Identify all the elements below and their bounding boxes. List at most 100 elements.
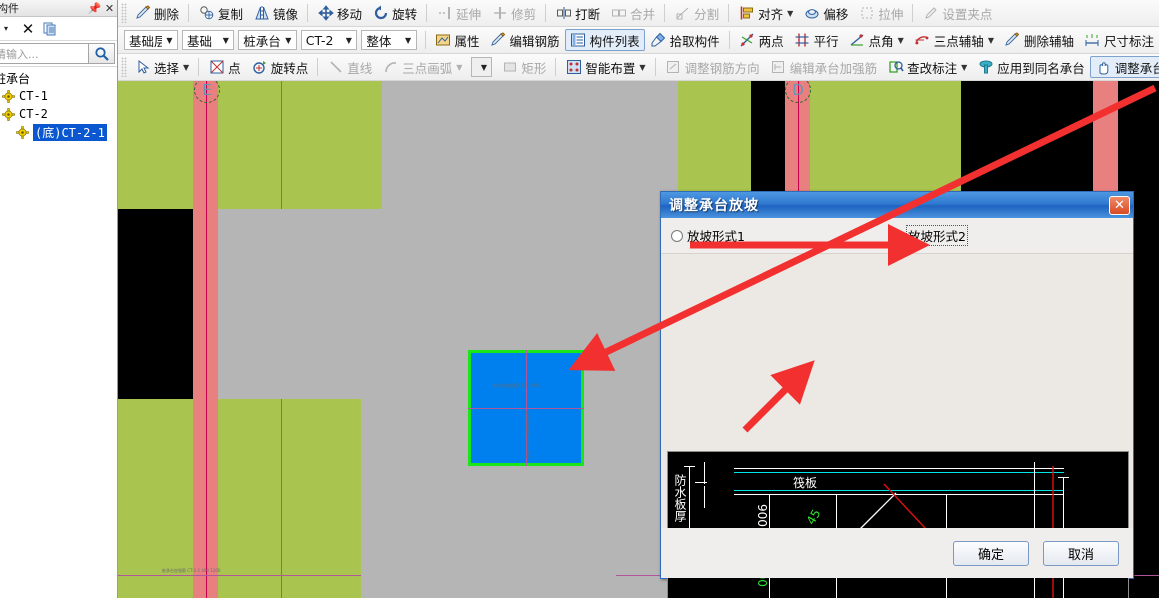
component-type-combo[interactable]: 桩承台 ▼ xyxy=(238,30,297,50)
stretch-icon xyxy=(858,5,875,22)
chevron-down-icon[interactable]: ▼ xyxy=(898,36,904,45)
merge-icon xyxy=(610,5,627,22)
toolbar-label: 调整钢筋方向 xyxy=(684,60,760,76)
toolbar-button-edit-rebar[interactable]: 编辑钢筋 xyxy=(485,29,565,51)
toolbar-button-two-point[interactable]: 两点 xyxy=(734,29,789,51)
toolbar-button-rotate-point[interactable]: 旋转点 xyxy=(246,56,314,78)
chevron-down-icon[interactable]: ▼ xyxy=(639,63,645,72)
axis-bubble-label: E xyxy=(202,81,212,99)
toolbar-button-smart-layout[interactable]: 智能布置 ▼ xyxy=(560,56,650,78)
cancel-button[interactable]: 取消 xyxy=(1043,540,1119,566)
tree-root[interactable]: 桩承台 xyxy=(0,69,117,87)
chevron-down-icon[interactable]: ▼ xyxy=(988,36,994,45)
toolbar-button-component-list[interactable]: 构件列表 xyxy=(564,29,645,51)
move-icon xyxy=(317,5,334,22)
toolbar-button-move[interactable]: 移动 xyxy=(312,2,367,24)
toolbar-button-three-point-axis[interactable]: 三点辅轴 ▼ xyxy=(909,29,999,51)
toolbar-button-delete[interactable]: 删除 xyxy=(129,2,184,24)
toolbar-button-pick-component[interactable]: 拾取构件 xyxy=(645,29,725,51)
toolbar-button-break[interactable]: 打断 xyxy=(550,2,605,24)
chevron-down-icon[interactable]: ▼ xyxy=(456,63,462,72)
toolbar-label: 构件列表 xyxy=(589,33,640,49)
component-gear-icon xyxy=(16,125,29,139)
toolbar-grip[interactable] xyxy=(121,57,127,77)
toolbar-button-parallel[interactable]: 平行 xyxy=(789,29,844,51)
toolbar-button-select[interactable]: 选择 ▼ xyxy=(129,56,194,78)
toolbar-button-align[interactable]: 对齐 ▼ xyxy=(733,2,798,24)
toolbar-button-adjust-cap-slope[interactable]: 调整承台放坡 xyxy=(1089,56,1159,78)
eraser-icon xyxy=(134,5,151,22)
new-component-dropdown[interactable]: ▾ xyxy=(0,19,16,39)
chevron-down-icon[interactable]: ▼ xyxy=(183,63,189,72)
toolbar-button-offset[interactable]: 偏移 xyxy=(798,2,853,24)
search-input[interactable]: 请输入... xyxy=(0,43,89,64)
toolbar-button-point[interactable]: 点 xyxy=(203,56,246,78)
tree-item-ct-2[interactable]: CT-2 xyxy=(0,105,117,123)
toolbar-button-rotate[interactable]: 旋转 xyxy=(367,2,422,24)
toolbar-label: 应用到同名承台 xyxy=(997,60,1085,76)
radio-slope-form-1[interactable]: 放坡形式1 xyxy=(671,226,745,245)
chevron-down-icon[interactable]: ▼ xyxy=(162,31,177,49)
toolbar-button-apply-same-name[interactable]: 应用到同名承台 xyxy=(972,56,1090,78)
dimension-icon xyxy=(1084,32,1101,49)
toolbar-button-merge[interactable]: 合并 xyxy=(605,2,660,24)
cap-centerline-h xyxy=(468,408,584,409)
toolbar-button-trim[interactable]: 修剪 xyxy=(486,2,541,24)
toolbar-button-edit-cap-rebar[interactable]: 编辑承台加强筋 xyxy=(765,56,883,78)
toolbar-button-line[interactable]: 直线 xyxy=(322,56,377,78)
toolbar-button-three-point-arc[interactable]: 三点画弧 ▼ xyxy=(377,56,467,78)
toolbar-button-check-annotation[interactable]: 查改标注 ▼ xyxy=(882,56,972,78)
toolbar-button-dimension[interactable]: 尺寸标注 xyxy=(1079,29,1159,51)
chevron-down-icon[interactable]: ▼ xyxy=(341,31,356,49)
toolbar-grip[interactable] xyxy=(121,3,127,23)
combo-value: 基础层 xyxy=(129,33,162,49)
category-combo[interactable]: 基础 ▼ xyxy=(182,30,235,50)
toolbar-button-rectangle[interactable]: 矩形 xyxy=(496,56,551,78)
component-combo[interactable]: CT-2 ▼ xyxy=(300,30,358,50)
adjust-cap-slope-dialog[interactable]: 调整承台放坡 ✕ 放坡形式1 放坡形式2 筏板 防水板厚 900 45 确定 取… xyxy=(660,191,1134,598)
radio-slope-form-2[interactable]: 放坡形式2 xyxy=(890,225,968,246)
toolbar-button-delete-aux-axis[interactable]: 删除辅轴 xyxy=(999,29,1079,51)
floor-combo[interactable]: 基础层 ▼ xyxy=(124,30,178,50)
pin-icon[interactable]: 📌 xyxy=(87,1,102,16)
tree-item-ct-1[interactable]: CT-1 xyxy=(0,87,117,105)
ok-button[interactable]: 确定 xyxy=(953,540,1029,566)
toolbar-button-point-angle[interactable]: 点角 ▼ xyxy=(844,29,909,51)
separator xyxy=(317,58,319,76)
scope-combo[interactable]: 整体 ▼ xyxy=(361,30,417,50)
black-region xyxy=(118,209,193,399)
chevron-down-icon[interactable]: ▼ xyxy=(476,58,491,76)
arc-style-combo[interactable]: ▼ xyxy=(471,57,493,77)
radio-dot-icon xyxy=(890,229,903,242)
toolbar-button-copy[interactable]: 复制 xyxy=(193,2,248,24)
close-icon[interactable]: ✕ xyxy=(102,1,117,16)
grid-line-h xyxy=(118,575,361,576)
toolbar-button-stretch[interactable]: 拉伸 xyxy=(853,2,908,24)
chevron-down-icon[interactable]: ▼ xyxy=(281,31,296,49)
toolbar-button-adjust-rebar-direction[interactable]: 调整钢筋方向 xyxy=(660,56,765,78)
tree-item-ct-2-1[interactable]: (底)CT-2-1 xyxy=(0,123,117,141)
ground-area-mid xyxy=(361,81,678,598)
toolbar-button-properties[interactable]: 属性 xyxy=(430,29,485,51)
toolbar-label: 延伸 xyxy=(456,6,482,22)
chevron-down-icon[interactable]: ▼ xyxy=(787,9,793,18)
extend-icon xyxy=(436,5,453,22)
toolbar-label: 三点辅轴 xyxy=(933,33,984,49)
toolbar-button-set-grip[interactable]: 设置夹点 xyxy=(917,2,997,24)
component-gear-icon xyxy=(2,89,15,103)
copy-component-icon[interactable] xyxy=(40,19,60,39)
toolbar-label: 拾取构件 xyxy=(669,33,720,49)
separator xyxy=(307,4,309,22)
apply-same-name-icon xyxy=(977,59,994,76)
toolbar-label: 直线 xyxy=(347,60,373,76)
toolbar-button-extend[interactable]: 延伸 xyxy=(431,2,486,24)
chevron-down-icon[interactable]: ▼ xyxy=(961,63,967,72)
toolbar-button-mirror[interactable]: 镜像 xyxy=(248,2,303,24)
chevron-down-icon[interactable]: ▼ xyxy=(218,31,233,49)
toolbar-button-split[interactable]: 分割 xyxy=(669,2,724,24)
search-icon[interactable] xyxy=(89,43,115,64)
chevron-down-icon[interactable]: ▼ xyxy=(401,31,416,49)
close-icon[interactable]: ✕ xyxy=(1109,195,1130,215)
toolbar-label: 点角 xyxy=(868,33,894,49)
delete-component-icon[interactable]: ✕ xyxy=(18,19,38,39)
